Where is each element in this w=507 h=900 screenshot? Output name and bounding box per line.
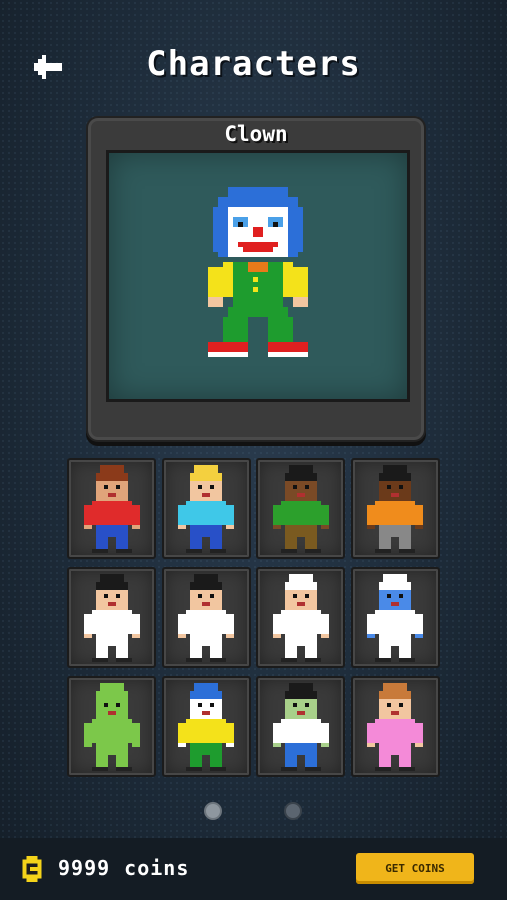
page-dot-1[interactable]: [204, 802, 222, 820]
get-coins-button[interactable]: GET COINS: [356, 853, 474, 884]
character-tile-karate-boy[interactable]: [67, 567, 156, 668]
coin-label: coins: [124, 856, 190, 880]
character-tile-alien[interactable]: [67, 676, 156, 777]
character-tile-astronaut[interactable]: [350, 567, 440, 668]
boy-green-sprite: [272, 464, 329, 553]
boy-red-sprite: [83, 464, 140, 553]
page-dot-2[interactable]: [284, 802, 302, 820]
chef-sprite: [272, 573, 329, 662]
zombie-sprite: [272, 682, 329, 771]
character-tile-zombie[interactable]: [256, 676, 345, 777]
character-tile-girl-orange[interactable]: [350, 458, 440, 559]
karate-boy-sprite: [83, 573, 140, 662]
clown-sprite: [178, 682, 234, 771]
karate-girl-sprite: [178, 573, 234, 662]
coin-count: 9999: [58, 856, 111, 880]
coin-icon: [22, 856, 42, 882]
character-tile-boy-green[interactable]: [256, 458, 345, 559]
character-tile-boy-red[interactable]: [67, 458, 156, 559]
character-preview-screen: [106, 150, 410, 402]
character-tile-clown[interactable]: [161, 676, 251, 777]
girl-orange-sprite: [367, 464, 423, 553]
clown-character-sprite: [208, 187, 308, 357]
alien-sprite: [83, 682, 140, 771]
coin-balance: 9999 coins: [58, 856, 189, 880]
page-title: Characters: [146, 44, 361, 84]
character-tile-karate-girl[interactable]: [161, 567, 251, 668]
astronaut-sprite: [367, 573, 423, 662]
ballerina-sprite: [367, 682, 423, 771]
character-preview-panel: Clown: [86, 116, 426, 442]
character-tile-chef[interactable]: [256, 567, 345, 668]
character-name: Clown: [224, 122, 288, 146]
character-tile-ballerina[interactable]: [350, 676, 440, 777]
girl-blonde-sprite: [178, 464, 234, 553]
character-tile-girl-blonde[interactable]: [161, 458, 251, 559]
